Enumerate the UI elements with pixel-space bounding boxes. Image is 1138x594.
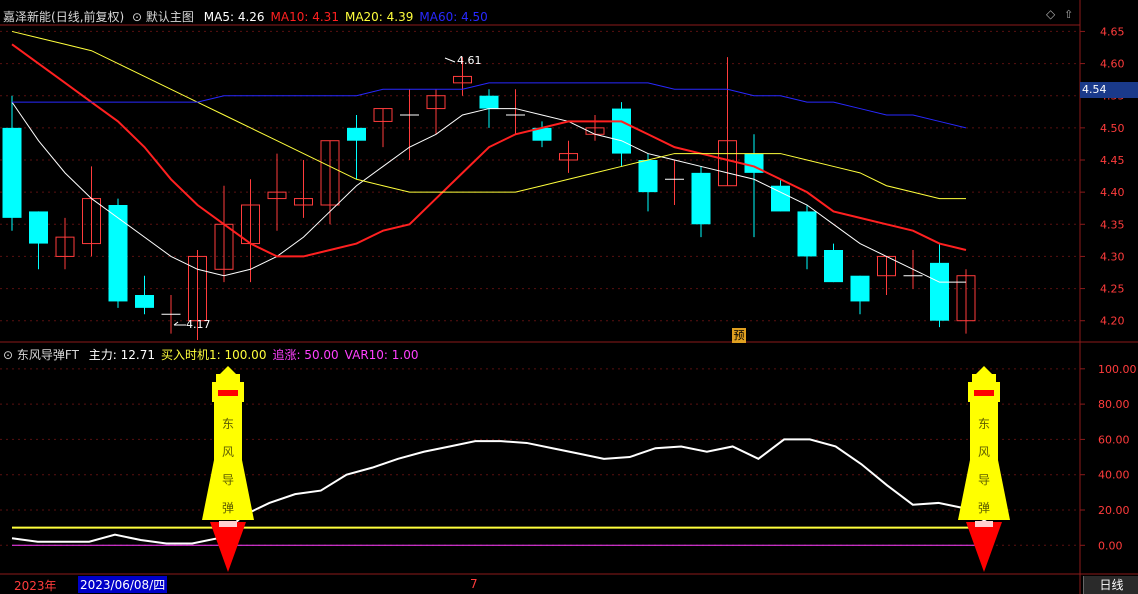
indicator-tick-label: 40.00 bbox=[1098, 469, 1130, 482]
price-tick-label: 4.25 bbox=[1100, 283, 1125, 296]
forecast-badge[interactable]: 预 bbox=[732, 328, 746, 343]
month-marker: 7 bbox=[470, 577, 478, 591]
candle-body-down bbox=[797, 211, 817, 257]
candle-body-down bbox=[850, 275, 870, 302]
candle-body-down bbox=[2, 127, 22, 218]
missile-char: 风 bbox=[222, 445, 234, 459]
indicator-tick-label: 20.00 bbox=[1098, 504, 1130, 517]
candle-body-down bbox=[824, 250, 843, 283]
missile-char: 弹 bbox=[978, 501, 990, 515]
missile-nose bbox=[220, 366, 236, 374]
missile-flame bbox=[210, 522, 246, 572]
missile-nose bbox=[976, 366, 992, 374]
price-tick-label: 4.65 bbox=[1100, 25, 1125, 38]
candle-body-down bbox=[29, 211, 48, 244]
indicator-tick-label: 100.00 bbox=[1098, 363, 1137, 376]
chart-canvas[interactable]: 4.654.604.554.504.454.404.354.304.254.20… bbox=[0, 0, 1138, 594]
candle-body-down bbox=[347, 127, 366, 141]
missile-flame-core bbox=[975, 521, 993, 527]
missile-char: 东 bbox=[978, 417, 990, 431]
missile-cap bbox=[216, 374, 240, 382]
high-pointer bbox=[444, 57, 456, 63]
price-tick-label: 4.50 bbox=[1100, 122, 1125, 135]
missile-flame-core bbox=[219, 521, 237, 527]
price-tick-label: 4.40 bbox=[1100, 186, 1125, 199]
missile-char: 弹 bbox=[222, 501, 234, 515]
price-tick-label: 4.30 bbox=[1100, 250, 1125, 263]
missile-char: 东 bbox=[222, 417, 234, 431]
period-tab[interactable]: 日线 bbox=[1083, 576, 1138, 594]
high-price-label: 4.61 bbox=[457, 54, 482, 67]
indicator-tick-label: 60.00 bbox=[1098, 433, 1130, 446]
missile-window bbox=[218, 390, 238, 396]
date-cursor-label: 2023/06/08/四 bbox=[78, 576, 168, 593]
missile-cap bbox=[972, 374, 996, 382]
candle-body-down bbox=[108, 205, 128, 302]
missile-char: 导 bbox=[222, 473, 234, 487]
missile-window bbox=[974, 390, 994, 396]
indicator-tick-label: 80.00 bbox=[1098, 398, 1130, 411]
missile-flame bbox=[966, 522, 1002, 572]
price-tick-label: 4.45 bbox=[1100, 154, 1125, 167]
candle-body-down bbox=[638, 160, 658, 193]
low-price-label: 4.17 bbox=[186, 318, 211, 331]
candle-body-down bbox=[479, 95, 499, 109]
candle-body-down bbox=[930, 262, 949, 321]
missile-char: 风 bbox=[978, 445, 990, 459]
price-tick-label: 4.20 bbox=[1100, 315, 1125, 328]
price-tick-label: 4.60 bbox=[1100, 58, 1125, 71]
candle-body-down bbox=[135, 295, 154, 308]
price-tick-label: 4.35 bbox=[1100, 218, 1125, 231]
missile-signal-1: 东风导弹 bbox=[958, 366, 1010, 572]
missile-char: 导 bbox=[978, 473, 990, 487]
indicator-tick-label: 0.00 bbox=[1098, 539, 1123, 552]
missile-signal-0: 东风导弹 bbox=[202, 366, 254, 572]
year-label: 2023年 bbox=[14, 579, 57, 593]
candle-body-down bbox=[691, 172, 711, 225]
low-pointer bbox=[173, 321, 186, 326]
candle-body-down bbox=[612, 108, 631, 154]
current-price-tag: 4.54 bbox=[1080, 82, 1138, 98]
candle-body-down bbox=[771, 185, 790, 212]
